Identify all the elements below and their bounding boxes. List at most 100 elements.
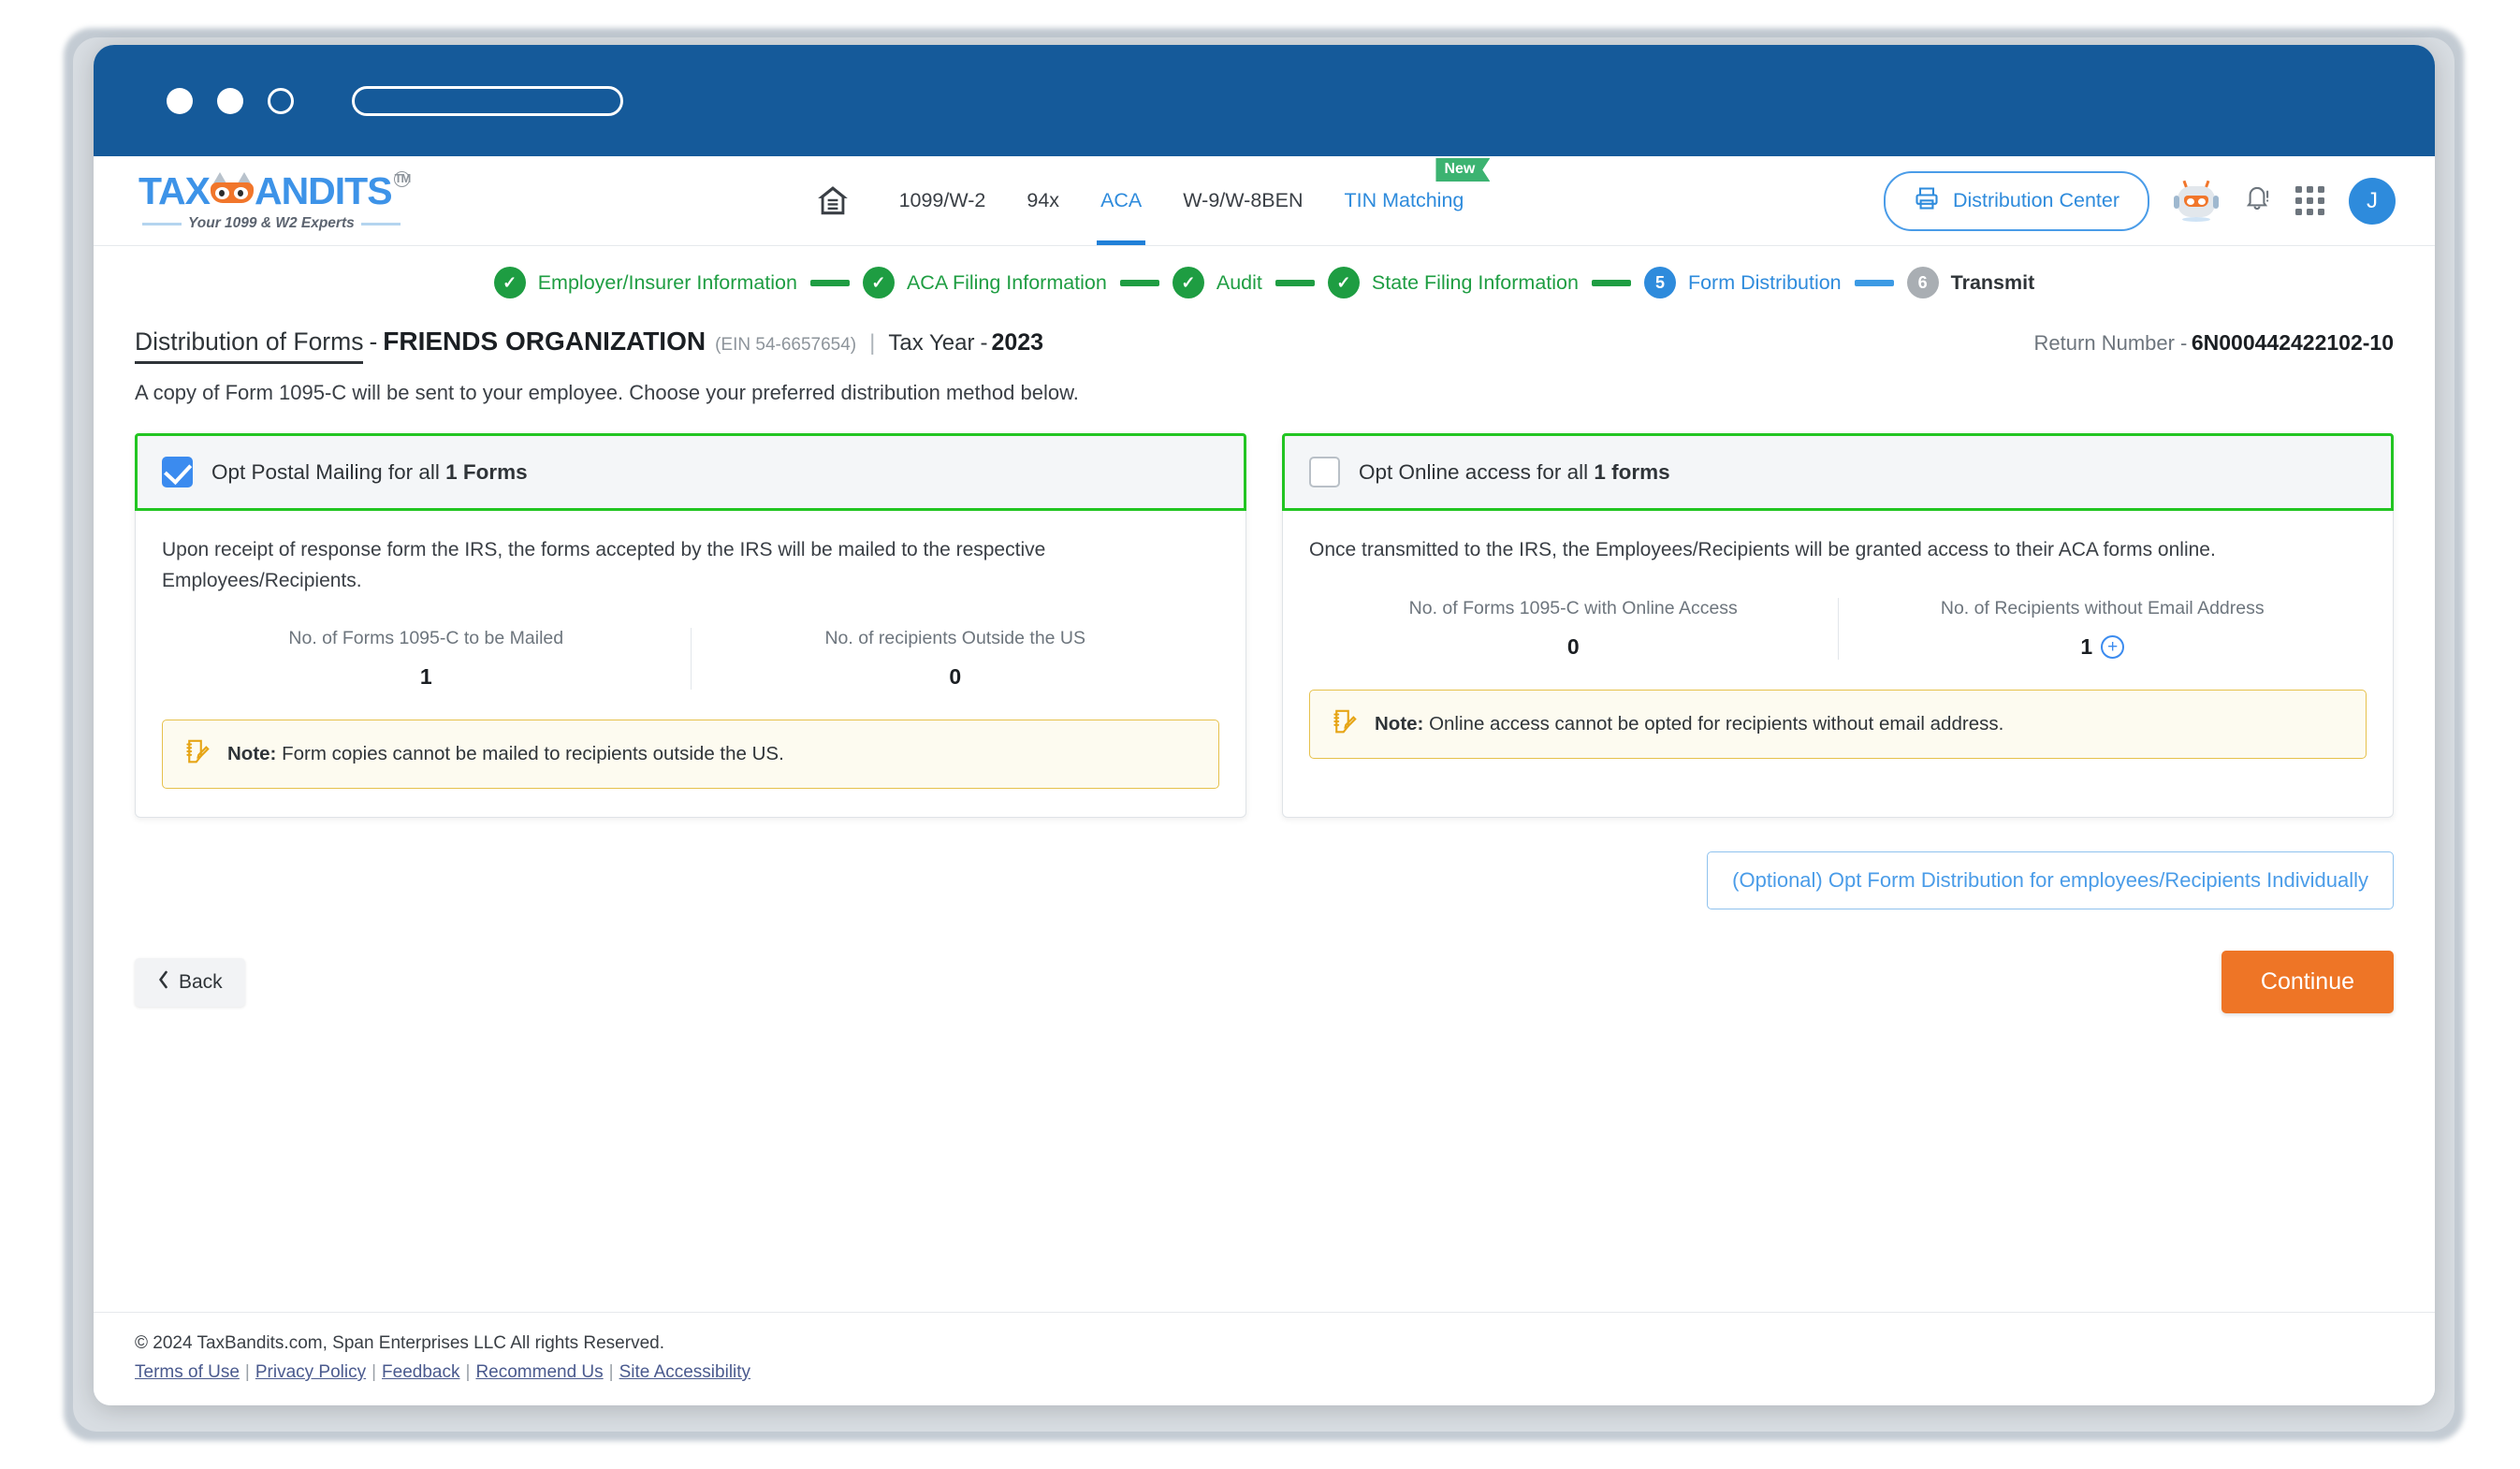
printer-icon (1914, 185, 1940, 217)
page-header-row: Distribution of Forms - FRIENDS ORGANIZA… (94, 312, 2435, 364)
postal-stats: No. of Forms 1095-C to be Mailed 1 No. o… (162, 628, 1220, 691)
stat-forms-with-online-access-label: No. of Forms 1095-C with Online Access (1408, 597, 1738, 618)
opt-postal-mailing-checkbox[interactable] (162, 457, 193, 487)
title-pipe: | (869, 330, 876, 356)
return-number-group: Return Number - 6N000442422102-10 (2034, 330, 2394, 356)
traffic-light-dot-3[interactable] (268, 87, 294, 114)
step-state-filing-information[interactable]: ✓ State Filing Information (1327, 267, 1579, 298)
step-5-number: 5 (1643, 267, 1676, 298)
nav-item-tin-matching-label: TIN Matching (1344, 189, 1464, 211)
footer-link-feedback[interactable]: Feedback (382, 1362, 459, 1382)
user-avatar[interactable]: J (2349, 177, 2396, 225)
brand-logo[interactable]: TAX ANDITS TM Your 1099 & W2 Experts (131, 169, 440, 232)
page-content: TAX ANDITS TM Your 1099 & W2 Experts 109… (94, 156, 2435, 1405)
traffic-light-dot-1[interactable] (167, 87, 193, 114)
apps-grid-icon[interactable] (2295, 186, 2324, 215)
page-subtitle: A copy of Form 1095-C will be sent to yo… (135, 381, 1079, 404)
chevron-left-icon (157, 970, 169, 995)
stat-forms-to-be-mailed-value: 1 (419, 664, 432, 690)
note-pencil-icon (183, 737, 211, 771)
footer-link-recommend-us[interactable]: Recommend Us (475, 1362, 603, 1382)
footer-link-site-accessibility[interactable]: Site Accessibility (619, 1362, 750, 1382)
back-button-label: Back (179, 970, 223, 993)
step-6-label: Transmit (1950, 270, 2035, 294)
stat-recipients-outside-us-label: No. of recipients Outside the US (824, 628, 1086, 649)
step-1-label: Employer/Insurer Information (537, 270, 797, 294)
stat-forms-to-be-mailed-label: No. of Forms 1095-C to be Mailed (288, 628, 564, 649)
opt-individual-distribution-button[interactable]: (Optional) Opt Form Distribution for emp… (1707, 851, 2394, 910)
stat-forms-with-online-access-value: 0 (1566, 633, 1580, 659)
postal-mailing-card-body: Upon receipt of response form the IRS, t… (136, 511, 1245, 817)
logo-wordmark: TAX ANDITS TM (138, 169, 440, 213)
organization-name: FRIENDS ORGANIZATION (383, 327, 706, 356)
step-form-distribution[interactable]: 5 Form Distribution (1643, 267, 1842, 298)
step-5-label: Form Distribution (1687, 270, 1842, 294)
online-stats: No. of Forms 1095-C with Online Access 0… (1309, 597, 2367, 660)
postal-label-text: Opt Postal Mailing for all (211, 459, 446, 484)
url-bar[interactable] (352, 85, 623, 116)
brand-tagline: Your 1099 & W2 Experts (138, 215, 440, 232)
footer-link-privacy-policy[interactable]: Privacy Policy (255, 1362, 366, 1382)
page-title-group: Distribution of Forms - FRIENDS ORGANIZA… (135, 327, 1043, 364)
postal-mailing-card: Opt Postal Mailing for all 1 Forms Upon … (135, 433, 1246, 819)
nav-item-w9-w8ben[interactable]: W-9/W-8BEN (1162, 156, 1323, 245)
add-email-plus-icon[interactable]: + (2101, 634, 2125, 659)
step-2-label: ACA Filing Information (906, 270, 1107, 294)
tax-year-label: Tax Year (888, 330, 975, 356)
nav-right-actions: Distribution Center J (1859, 170, 2396, 231)
online-note-prefix: Note: (1375, 712, 1424, 734)
online-label-text: Opt Online access for all (1359, 459, 1595, 484)
opt-postal-mailing-label: Opt Postal Mailing for all 1 Forms (211, 460, 528, 485)
home-icon[interactable] (815, 183, 851, 219)
step-connector-5 (1854, 279, 1894, 286)
note-pencil-icon (1331, 707, 1359, 741)
stat-recipients-outside-us: No. of recipients Outside the US 0 (690, 628, 1220, 691)
browser-window: TAX ANDITS TM Your 1099 & W2 Experts 109… (94, 45, 2435, 1405)
opt-online-access-checkbox[interactable] (1309, 457, 1340, 487)
back-button[interactable]: Back (135, 957, 245, 1007)
online-access-card-header[interactable]: Opt Online access for all 1 forms (1282, 433, 2394, 511)
continue-button[interactable]: Continue (2221, 951, 2394, 1014)
logo-text-right: ANDITS (254, 169, 393, 212)
bot-assistant-icon[interactable] (2174, 180, 2219, 222)
stat-forms-with-online-access: No. of Forms 1095-C with Online Access 0 (1309, 598, 1838, 660)
footer-link-terms-of-use[interactable]: Terms of Use (135, 1362, 240, 1382)
stat-recipients-outside-us-value: 0 (949, 664, 962, 690)
page-footer: © 2024 TaxBandits.com, Span Enterprises … (94, 1312, 2435, 1405)
logo-text-left: TAX (138, 169, 211, 212)
online-description: Once transmitted to the IRS, the Employe… (1309, 539, 2216, 560)
postal-mailing-card-header[interactable]: Opt Postal Mailing for all 1 Forms (135, 433, 1246, 511)
step-2-check-icon: ✓ (862, 267, 895, 298)
footer-copyright: © 2024 TaxBandits.com, Span Enterprises … (135, 1333, 664, 1353)
tax-year-value: 2023 (991, 329, 1044, 356)
online-access-card: Opt Online access for all 1 forms Once t… (1282, 433, 2394, 819)
progress-stepper: ✓ Employer/Insurer Information ✓ ACA Fil… (94, 246, 2435, 312)
page-actions: Back Continue (94, 909, 2435, 1014)
nav-item-tin-matching[interactable]: New TIN Matching (1324, 156, 1491, 245)
nav-item-94x[interactable]: 94x (1006, 156, 1080, 245)
opt-online-access-label: Opt Online access for all 1 forms (1359, 460, 1670, 485)
return-number-label: Return Number - (2033, 331, 2188, 355)
brand-tagline-text: Your 1099 & W2 Experts (188, 215, 355, 231)
step-4-check-icon: ✓ (1327, 267, 1360, 298)
step-audit[interactable]: ✓ Audit (1172, 267, 1262, 298)
distribution-center-button[interactable]: Distribution Center (1883, 170, 2149, 231)
page-title: Distribution of Forms (135, 327, 364, 364)
optional-action-row: (Optional) Opt Form Distribution for emp… (94, 818, 2435, 910)
top-navigation-bar: TAX ANDITS TM Your 1099 & W2 Experts 109… (94, 156, 2435, 246)
traffic-light-dot-2[interactable] (217, 87, 243, 114)
notification-bell-icon[interactable] (2243, 183, 2271, 218)
step-aca-filing-information[interactable]: ✓ ACA Filing Information (862, 267, 1107, 298)
step-connector-2 (1119, 279, 1159, 286)
postal-description: Upon receipt of response form the IRS, t… (162, 539, 1046, 591)
bandit-mask-icon (210, 172, 254, 204)
online-note-text: Note: Online access cannot be opted for … (1375, 713, 2003, 735)
stat-recipients-without-email-label: No. of Recipients without Email Address (1940, 597, 2265, 618)
desktop-backdrop: TAX ANDITS TM Your 1099 & W2 Experts 109… (0, 0, 2520, 1469)
new-badge: New (1435, 158, 1491, 182)
step-employer-insurer-information[interactable]: ✓ Employer/Insurer Information (493, 267, 797, 298)
online-access-card-body: Once transmitted to the IRS, the Employe… (1283, 511, 2393, 787)
nav-item-aca[interactable]: ACA (1080, 156, 1162, 245)
step-transmit[interactable]: 6 Transmit (1906, 267, 2035, 298)
nav-item-1099-w2[interactable]: 1099/W-2 (879, 156, 1007, 245)
